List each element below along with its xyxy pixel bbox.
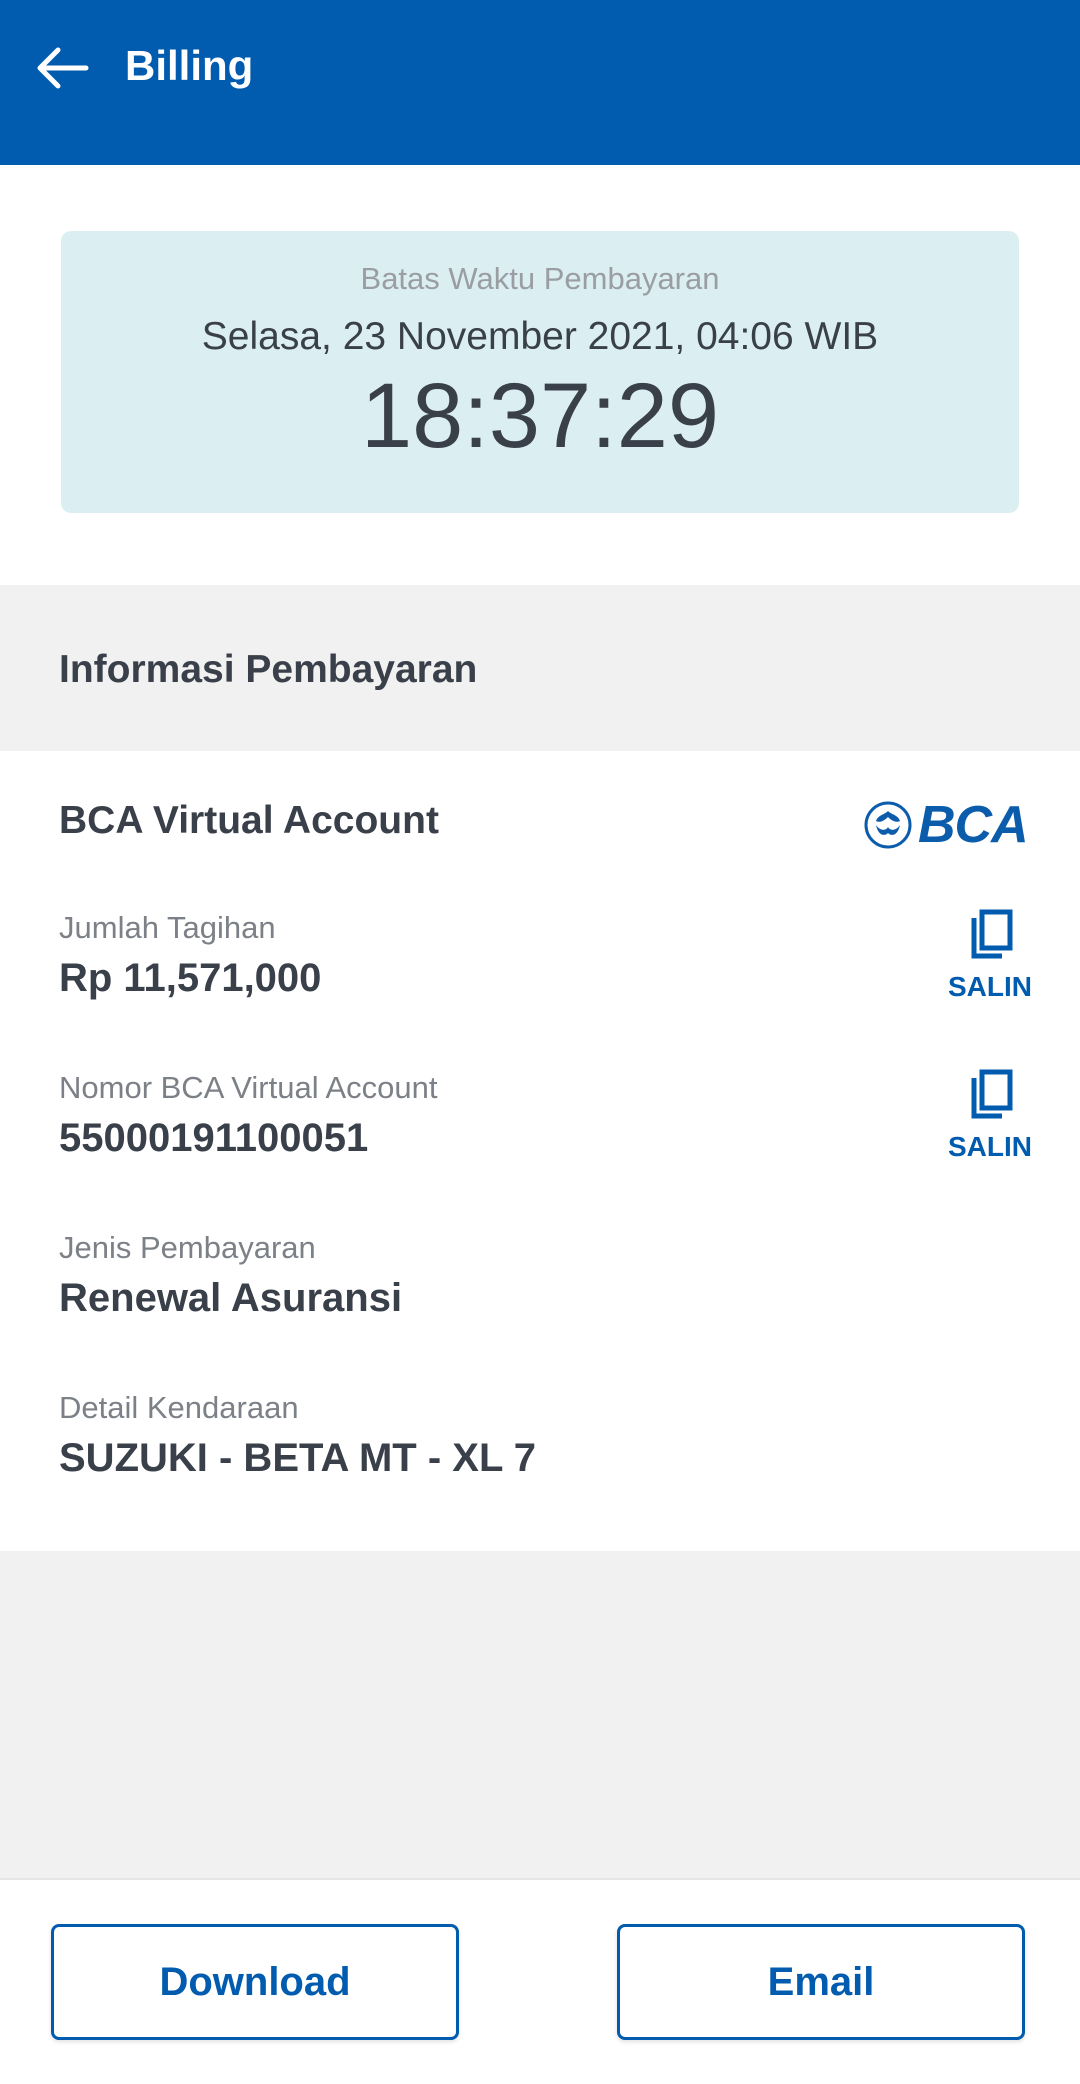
payment-type-value: Renewal Asuransi	[59, 1276, 403, 1320]
vehicle-detail-field: Detail Kendaraan SUZUKI - BETA MT - XL 7	[59, 1388, 536, 1484]
deadline-section: Batas Waktu Pembayaran Selasa, 23 Novemb…	[0, 165, 1080, 585]
bottom-action-bar: Download Email	[0, 1878, 1080, 2084]
download-button[interactable]: Download	[51, 1924, 459, 2040]
copy-icon	[971, 1069, 1013, 1119]
vehicle-detail-label: Detail Kendaraan	[59, 1390, 299, 1425]
copy-va-number-button[interactable]: SALIN	[940, 1068, 1040, 1163]
copy-icon	[971, 909, 1013, 959]
deadline-card: Batas Waktu Pembayaran Selasa, 23 Novemb…	[61, 231, 1019, 513]
copy-amount-button[interactable]: SALIN	[940, 908, 1040, 1003]
amount-field: Jumlah Tagihan Rp 11,571,000	[59, 908, 321, 1004]
payment-info-heading: Informasi Pembayaran	[59, 648, 478, 691]
va-number-field: Nomor BCA Virtual Account 55000191100051	[59, 1068, 438, 1164]
email-button[interactable]: Email	[617, 1924, 1025, 2040]
va-number-value: 55000191100051	[59, 1116, 369, 1160]
copy-va-number-label: SALIN	[948, 1131, 1032, 1162]
payment-method-title: BCA Virtual Account	[59, 799, 439, 842]
arrow-left-icon	[37, 47, 89, 89]
back-button[interactable]	[30, 36, 94, 100]
bca-logo: BCA	[864, 795, 1029, 855]
copy-amount-label: SALIN	[948, 971, 1032, 1002]
amount-value: Rp 11,571,000	[59, 956, 322, 1000]
countdown-timer: 18:37:29	[360, 365, 720, 467]
va-number-label: Nomor BCA Virtual Account	[59, 1070, 438, 1105]
app-bar: Billing	[0, 0, 1080, 165]
vehicle-detail-value: SUZUKI - BETA MT - XL 7	[59, 1436, 537, 1480]
payment-info-card: BCA Virtual Account BCA Jumlah Tagihan R…	[0, 751, 1080, 1551]
bca-emblem-icon	[864, 801, 912, 849]
deadline-date: Selasa, 23 November 2021, 04:06 WIB	[201, 315, 879, 358]
amount-label: Jumlah Tagihan	[59, 910, 276, 945]
page-title: Billing	[125, 42, 254, 89]
bca-logo-text: BCA	[918, 796, 1029, 854]
deadline-label: Batas Waktu Pembayaran	[360, 261, 720, 296]
payment-type-label: Jenis Pembayaran	[59, 1230, 316, 1265]
payment-type-field: Jenis Pembayaran Renewal Asuransi	[59, 1228, 402, 1324]
